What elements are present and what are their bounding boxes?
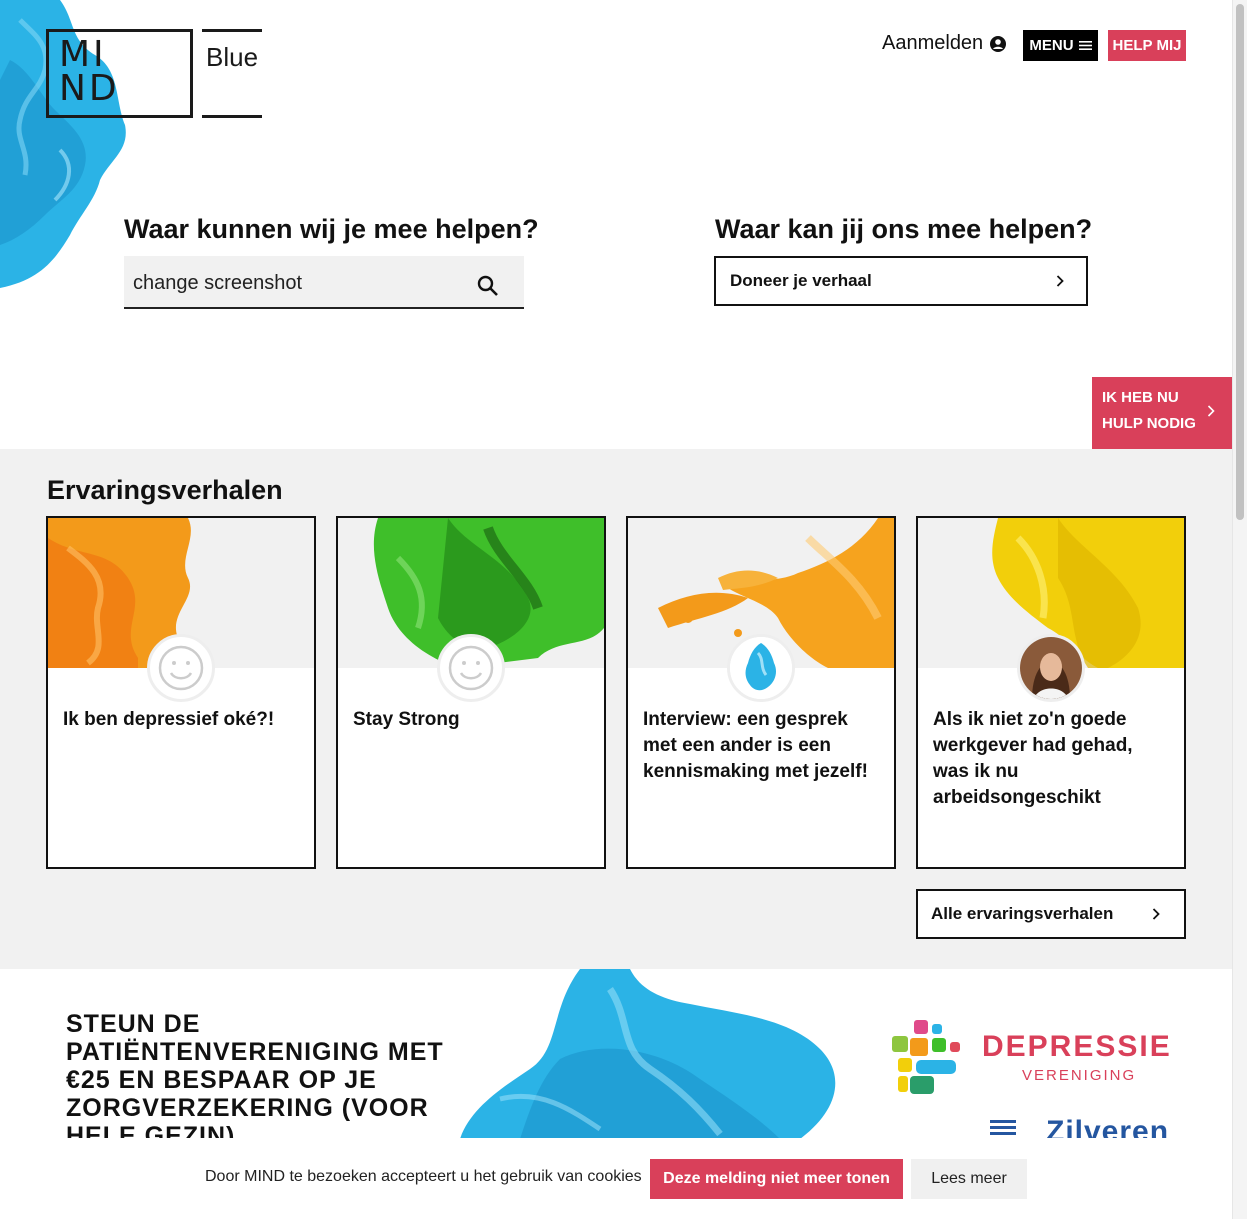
chevron-right-icon — [1207, 405, 1215, 417]
search-icon[interactable] — [476, 274, 500, 298]
help-me-button[interactable]: HELP MIJ — [1108, 30, 1186, 61]
depressie-vereniging-logo — [892, 1020, 960, 1094]
urgent-help-button[interactable]: IK HEB NU HULP NODIG — [1092, 377, 1232, 449]
story-title: Ik ben depressief oké?! — [63, 709, 275, 730]
donate-story-label: Doneer je verhaal — [730, 271, 872, 290]
insurer-name: Zilveren — [1046, 1115, 1170, 1138]
scrollbar-thumb[interactable] — [1236, 4, 1244, 520]
hamburger-icon — [1078, 41, 1092, 50]
cookie-dismiss-button[interactable]: Deze melding niet meer tonen — [650, 1159, 903, 1199]
search-heading: Waar kunnen wij je mee helpen? — [124, 214, 539, 244]
person-photo — [1020, 637, 1082, 699]
page: MI ND Blue Aanmelden MENU HELP MIJ Waar k… — [0, 0, 1247, 1219]
all-stories-button[interactable]: Alle ervaringsverhalen — [916, 889, 1186, 939]
banner-text: STEUN DE PATIËNTENVERENIGING MET €25 EN … — [66, 1010, 444, 1138]
story-card[interactable]: Ik ben depressief oké?! — [46, 516, 316, 869]
login-link[interactable]: Aanmelden — [882, 32, 1007, 55]
menu-button[interactable]: MENU — [1023, 30, 1098, 61]
smiley-icon — [448, 645, 494, 691]
zilveren-wave-icon — [990, 1120, 1016, 1135]
stories-title: Ervaringsverhalen — [47, 475, 283, 505]
smiley-avatar — [147, 634, 215, 702]
login-label: Aanmelden — [882, 32, 984, 54]
search-input[interactable] — [133, 269, 463, 297]
partner-subtitle: VERENIGING — [1022, 1067, 1137, 1084]
smiley-icon — [158, 645, 204, 691]
partner-title: DEPRESSIE — [982, 1030, 1172, 1063]
story-title: Interview: een gesprek met een ander is … — [643, 709, 868, 782]
person-photo-avatar — [1017, 634, 1085, 702]
cookie-text: Door MIND te bezoeken accepteert u het g… — [205, 1168, 642, 1185]
promo-banner[interactable]: STEUN DE PATIËNTENVERENIGING MET €25 EN … — [0, 969, 1232, 1138]
menu-label: MENU — [1029, 37, 1074, 54]
contribute-heading: Waar kan jij ons mee helpen? — [715, 214, 1093, 244]
story-card[interactable]: Interview: een gesprek met een ander is … — [626, 516, 896, 869]
search-box — [124, 256, 524, 309]
blue-ink-avatar — [727, 634, 795, 702]
chevron-right-icon — [1152, 908, 1160, 920]
chevron-right-icon — [1056, 275, 1064, 287]
blue-logo[interactable]: Blue — [202, 29, 262, 118]
all-stories-label: Alle ervaringsverhalen — [931, 904, 1114, 923]
user-circle-icon — [990, 35, 1007, 52]
story-title: Als ik niet zo'n goede werkgever had geh… — [933, 709, 1133, 808]
story-card[interactable]: Stay Strong — [336, 516, 606, 869]
story-title: Stay Strong — [353, 709, 460, 730]
mind-logo[interactable]: MI ND — [46, 29, 193, 118]
mind-logo-text: MI ND — [59, 34, 120, 109]
blue-ink-banner-image — [460, 969, 836, 1138]
story-card[interactable]: Als ik niet zo'n goede werkgever had geh… — [916, 516, 1186, 869]
blue-logo-text: Blue — [206, 42, 259, 72]
blue-ink-avatar-image — [730, 637, 792, 699]
smiley-avatar — [437, 634, 505, 702]
cookie-read-more-button[interactable]: Lees meer — [911, 1159, 1027, 1199]
donate-story-button[interactable]: Doneer je verhaal — [714, 256, 1088, 306]
scrollbar[interactable] — [1232, 0, 1247, 1219]
